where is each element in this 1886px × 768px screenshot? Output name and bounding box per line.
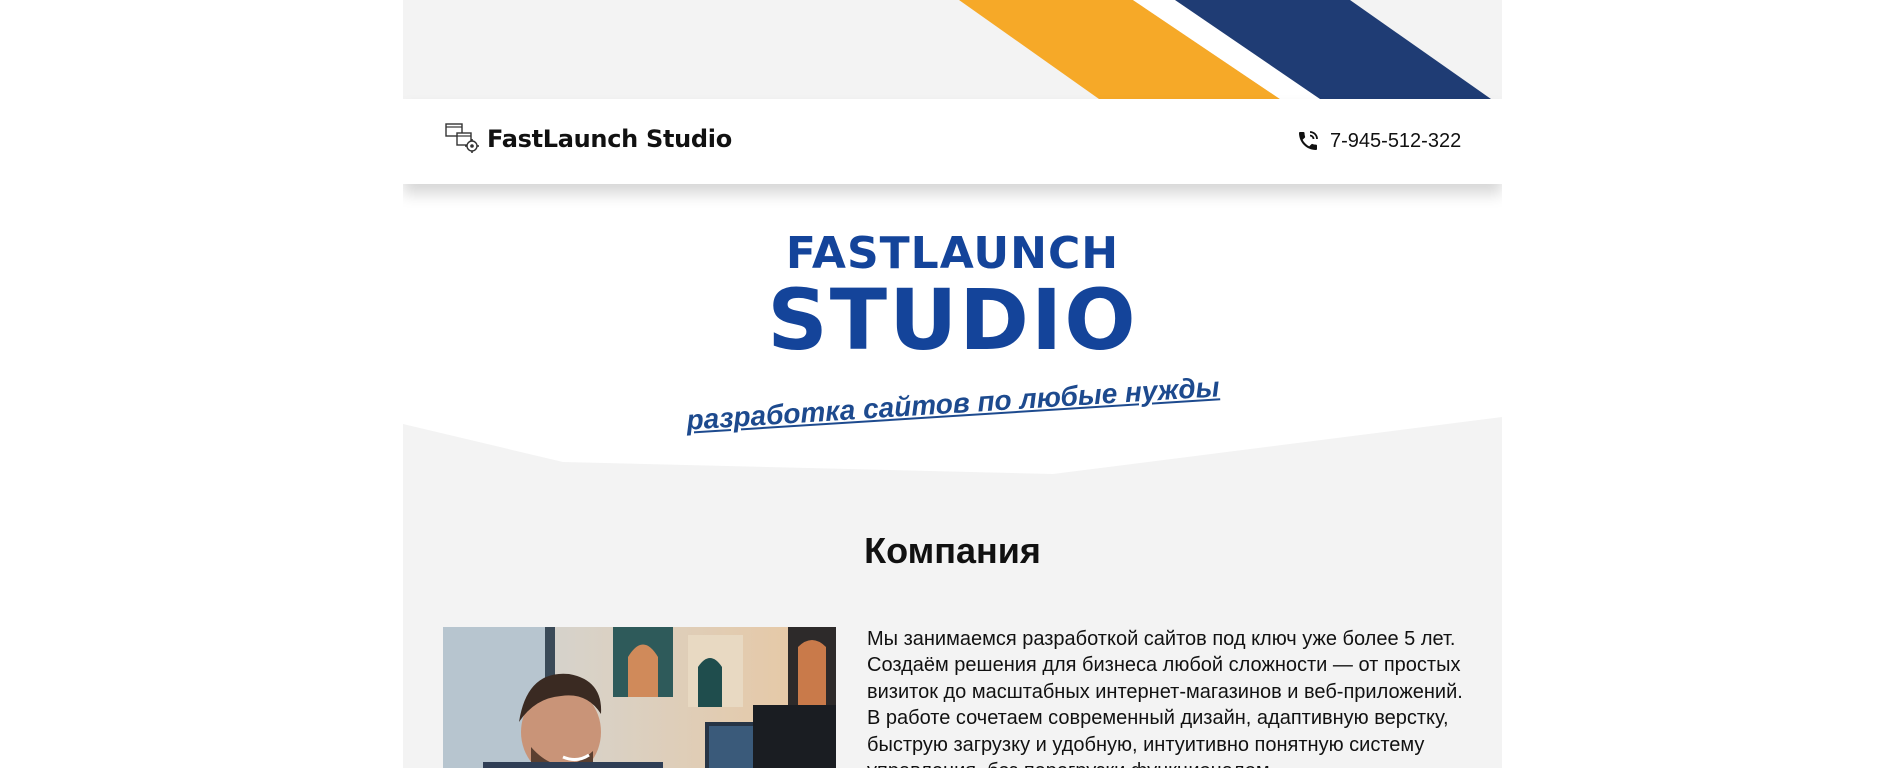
company-description: Мы занимаемся разработкой сайтов под клю… [867,628,1463,768]
phone-ringing-icon [1299,131,1318,150]
company-photo [443,627,836,768]
site-header: FastLaunch Studio 7-945-512-322 [403,99,1502,184]
hero-logo-bottom: STUDIO [767,271,1138,369]
phone-number[interactable]: 7-945-512-322 [1330,130,1461,153]
window-gear-icon [445,123,479,153]
company-section-title: Компания [864,530,1041,571]
developer-at-desk-image [443,627,836,768]
brand-name[interactable]: FastLaunch Studio [487,125,732,153]
landing-page: FastLaunch Studio 7-945-512-322 FASTLAUN… [403,0,1502,768]
hero-logo-top: FASTLAUNCH [785,228,1120,279]
hero-banner: FASTLAUNCH STUDIO разработка сайтов по л… [403,184,1502,484]
